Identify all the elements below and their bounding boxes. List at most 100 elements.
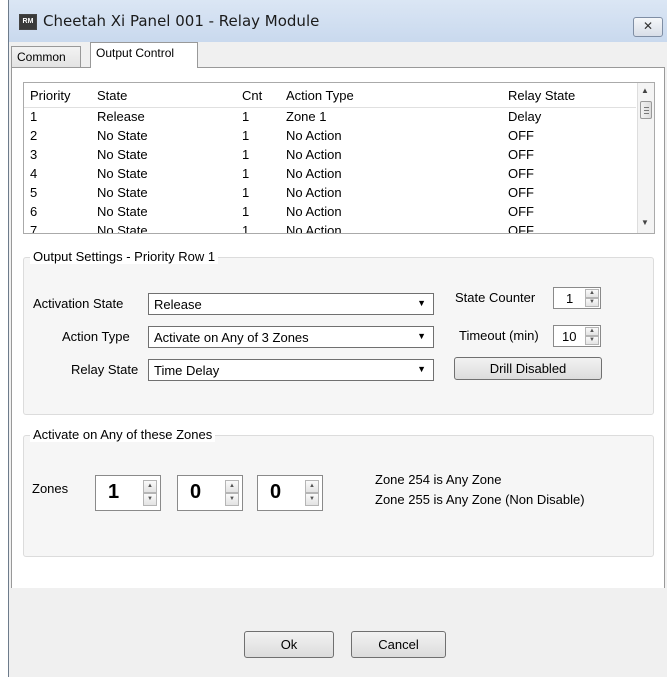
zone-3-spinner[interactable]: 0 ▲ ▼ bbox=[257, 475, 323, 511]
spin-down-icon[interactable]: ▼ bbox=[305, 493, 319, 506]
action-type-value: Activate on Any of 3 Zones bbox=[154, 330, 309, 345]
tab-strip: Common Output Control bbox=[11, 42, 666, 68]
cell-state: No State bbox=[97, 128, 148, 143]
timeout-label: Timeout (min) bbox=[459, 328, 539, 343]
scroll-grip bbox=[644, 113, 649, 114]
title-bar[interactable]: RM Cheetah Xi Panel 001 - Relay Module ✕ bbox=[9, 0, 667, 42]
cell-cnt: 1 bbox=[242, 166, 250, 181]
cell-priority: 2 bbox=[30, 128, 38, 143]
priority-grid[interactable]: Priority State Cnt Action Type Relay Sta… bbox=[23, 82, 655, 234]
zone-2-value: 0 bbox=[190, 481, 202, 503]
zone-1-value: 1 bbox=[108, 481, 120, 503]
cell-relay-state: OFF bbox=[508, 204, 534, 219]
zone-2-spinner[interactable]: 0 ▲ ▼ bbox=[177, 475, 243, 511]
dropdown-arrow-icon: ▼ bbox=[417, 364, 426, 374]
column-header-priority[interactable]: Priority bbox=[30, 88, 70, 103]
cell-cnt: 1 bbox=[242, 185, 250, 200]
state-counter-value: 1 bbox=[566, 291, 574, 306]
table-row[interactable]: 3 No State 1 No Action OFF bbox=[24, 146, 636, 165]
activation-state-value: Release bbox=[154, 297, 202, 312]
timeout-value: 10 bbox=[562, 329, 577, 344]
spinner-buttons: ▲ ▼ bbox=[143, 480, 157, 506]
grid-header: Priority State Cnt Action Type Relay Sta… bbox=[24, 83, 636, 108]
activation-state-label: Activation State bbox=[33, 296, 124, 311]
cancel-button[interactable]: Cancel bbox=[351, 631, 446, 658]
cell-priority: 4 bbox=[30, 166, 38, 181]
action-type-label: Action Type bbox=[62, 329, 130, 344]
zone-254-note: Zone 254 is Any Zone bbox=[375, 472, 502, 487]
spin-down-icon[interactable]: ▼ bbox=[585, 298, 599, 307]
window-title: Cheetah Xi Panel 001 - Relay Module bbox=[43, 12, 320, 30]
zone-1-spinner[interactable]: 1 ▲ ▼ bbox=[95, 475, 161, 511]
cell-action-type: No Action bbox=[286, 223, 342, 234]
cell-state: No State bbox=[97, 185, 148, 200]
table-row[interactable]: 6 No State 1 No Action OFF bbox=[24, 203, 636, 222]
cell-priority: 5 bbox=[30, 185, 38, 200]
drill-disabled-button[interactable]: Drill Disabled bbox=[454, 357, 602, 380]
relay-module-window: RM Cheetah Xi Panel 001 - Relay Module ✕… bbox=[8, 0, 667, 677]
spin-up-icon[interactable]: ▲ bbox=[143, 480, 157, 493]
cell-state: No State bbox=[97, 223, 148, 234]
column-header-action-type[interactable]: Action Type bbox=[286, 88, 354, 103]
output-settings-legend: Output Settings - Priority Row 1 bbox=[30, 249, 219, 264]
output-settings-group: Output Settings - Priority Row 1 Activat… bbox=[23, 249, 654, 415]
scroll-thumb[interactable] bbox=[640, 101, 652, 119]
spin-down-icon[interactable]: ▼ bbox=[585, 336, 599, 345]
spinner-buttons: ▲ ▼ bbox=[225, 480, 239, 506]
dialog-footer: Ok Cancel bbox=[9, 588, 667, 677]
table-row[interactable]: 2 No State 1 No Action OFF bbox=[24, 127, 636, 146]
cell-cnt: 1 bbox=[242, 128, 250, 143]
tab-common[interactable]: Common bbox=[11, 46, 81, 67]
cell-action-type: No Action bbox=[286, 204, 342, 219]
cell-relay-state: Delay bbox=[508, 109, 542, 124]
table-row[interactable]: 7 No State 1 No Action OFF bbox=[24, 222, 636, 234]
relay-state-dropdown[interactable]: Time Delay ▼ bbox=[148, 359, 434, 381]
scroll-grip bbox=[644, 107, 649, 108]
timeout-spinner[interactable]: 10 ▲ ▼ bbox=[553, 325, 601, 347]
spinner-buttons: ▲ ▼ bbox=[585, 327, 599, 345]
output-control-panel: Priority State Cnt Action Type Relay Sta… bbox=[11, 67, 665, 589]
spin-up-icon[interactable]: ▲ bbox=[585, 327, 599, 336]
ok-button[interactable]: Ok bbox=[244, 631, 334, 658]
column-header-state[interactable]: State bbox=[97, 88, 127, 103]
zone-3-value: 0 bbox=[270, 481, 282, 503]
tab-output-control[interactable]: Output Control bbox=[90, 42, 198, 68]
close-button[interactable]: ✕ bbox=[633, 17, 663, 37]
spin-down-icon[interactable]: ▼ bbox=[225, 493, 239, 506]
state-counter-spinner[interactable]: 1 ▲ ▼ bbox=[553, 287, 601, 309]
cell-relay-state: OFF bbox=[508, 166, 534, 181]
spin-down-icon[interactable]: ▼ bbox=[143, 493, 157, 506]
cell-cnt: 1 bbox=[242, 223, 250, 234]
spinner-buttons: ▲ ▼ bbox=[305, 480, 319, 506]
cell-priority: 6 bbox=[30, 204, 38, 219]
spin-up-icon[interactable]: ▲ bbox=[585, 289, 599, 298]
activation-state-dropdown[interactable]: Release ▼ bbox=[148, 293, 434, 315]
grid-vertical-scrollbar[interactable]: ▲ ▼ bbox=[637, 83, 654, 233]
table-row[interactable]: 4 No State 1 No Action OFF bbox=[24, 165, 636, 184]
spin-up-icon[interactable]: ▲ bbox=[305, 480, 319, 493]
cell-action-type: No Action bbox=[286, 185, 342, 200]
cell-state: No State bbox=[97, 147, 148, 162]
cell-action-type: No Action bbox=[286, 128, 342, 143]
relay-state-label: Relay State bbox=[71, 362, 139, 377]
action-type-dropdown[interactable]: Activate on Any of 3 Zones ▼ bbox=[148, 326, 434, 348]
table-row[interactable]: 5 No State 1 No Action OFF bbox=[24, 184, 636, 203]
table-row[interactable]: 1 Release 1 Zone 1 Delay bbox=[24, 108, 636, 127]
cell-state: No State bbox=[97, 204, 148, 219]
cell-cnt: 1 bbox=[242, 204, 250, 219]
cell-cnt: 1 bbox=[242, 109, 250, 124]
cell-action-type: Zone 1 bbox=[286, 109, 327, 124]
spin-up-icon[interactable]: ▲ bbox=[225, 480, 239, 493]
cell-state: Release bbox=[97, 109, 145, 124]
relay-module-app-icon: RM bbox=[19, 14, 37, 30]
cell-relay-state: OFF bbox=[508, 223, 534, 234]
scroll-up-arrow-icon[interactable]: ▲ bbox=[641, 86, 649, 95]
cell-relay-state: OFF bbox=[508, 147, 534, 162]
column-header-cnt[interactable]: Cnt bbox=[242, 88, 262, 103]
cell-cnt: 1 bbox=[242, 147, 250, 162]
scroll-down-arrow-icon[interactable]: ▼ bbox=[641, 218, 649, 227]
column-header-relay-state[interactable]: Relay State bbox=[508, 88, 575, 103]
relay-state-value: Time Delay bbox=[154, 363, 220, 378]
cell-priority: 7 bbox=[30, 223, 38, 234]
scroll-grip bbox=[644, 110, 649, 111]
